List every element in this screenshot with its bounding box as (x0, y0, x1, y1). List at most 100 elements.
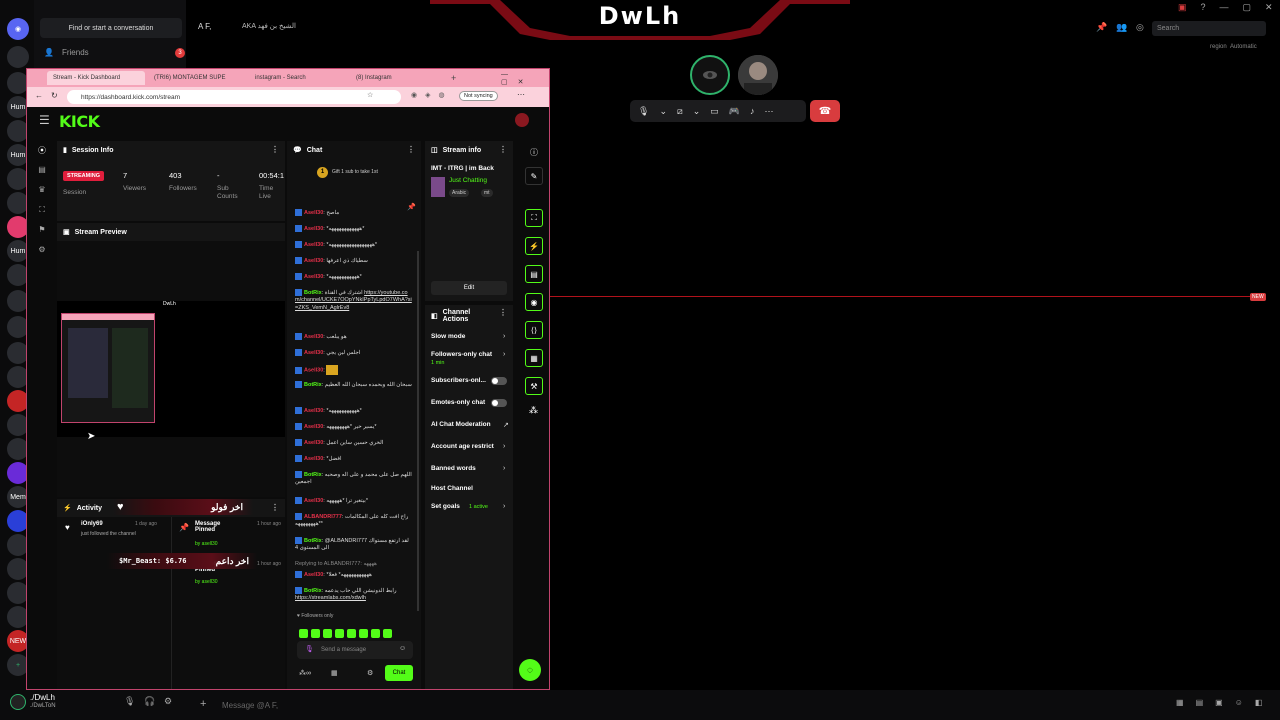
new-tab-icon[interactable]: + (451, 73, 456, 83)
clip-icon[interactable]: ⛶ (525, 209, 543, 227)
user-avatar[interactable] (10, 694, 26, 710)
chat-user[interactable]: Asell30 (304, 334, 323, 340)
discord-home-icon[interactable]: ◉ (7, 18, 29, 40)
info-icon[interactable]: ⓘ (530, 147, 538, 158)
members-icon[interactable]: 👥 (1116, 22, 1127, 33)
followers-only-chat-item[interactable]: Followers-only chat 1 min › (425, 351, 513, 371)
chat-user[interactable]: BotRix (304, 472, 322, 478)
subscribers-only-item[interactable]: Subscribers-onl... (425, 377, 513, 393)
list-item[interactable]: 📌 Message Pinned 1 hour ago by asell30 (177, 521, 281, 551)
gift-banner[interactable]: 1 Gift 1 sub to take 1st (317, 165, 397, 179)
chat-user[interactable]: Asell30 (304, 258, 323, 264)
mic-icon[interactable]: 🎙 (124, 696, 135, 707)
chat-message[interactable]: Asell30: ماصح (295, 209, 413, 217)
apps-icon[interactable]: ◧ (1255, 698, 1263, 707)
emotes-only-toggle[interactable] (491, 399, 507, 407)
call-avatar-friend[interactable] (738, 55, 778, 95)
chat-message[interactable]: BotRix: سبحان الله وبحمده سبحان الله الع… (295, 381, 413, 389)
emote-icon[interactable] (371, 629, 380, 638)
extension-icon[interactable]: ◉ (411, 91, 417, 99)
account-age-item[interactable]: Account age restrict › (425, 443, 513, 459)
chat-user[interactable]: BotRix (304, 290, 322, 296)
chat-message[interactable]: Asell30: اجلس لين يجي (295, 349, 413, 357)
soundboard-icon[interactable]: ♪ (750, 106, 755, 116)
gift-icon[interactable]: ▦ (1176, 698, 1184, 707)
chevron-down-icon[interactable]: ⌄ (693, 106, 701, 117)
code-icon[interactable]: ⟨⟩ (525, 321, 543, 339)
wrench-icon[interactable]: ⚒ (525, 377, 543, 395)
chat-message[interactable]: Asell30: *افضل (295, 455, 413, 463)
settings-icon[interactable]: ⚙ (36, 245, 48, 257)
plus-icon[interactable]: + (200, 698, 206, 710)
settings-icon[interactable]: ⚙ (367, 669, 373, 677)
emoji-icon[interactable]: ☺ (1235, 698, 1243, 707)
chat-message[interactable]: Asell30: الخري حسين ساين اعمل (295, 439, 413, 447)
camera-off-icon[interactable]: ⧄ (677, 106, 683, 117)
layout-icon[interactable]: ▤ (36, 165, 48, 177)
chat-user[interactable]: ALBANDRI777 (304, 514, 342, 520)
slow-mode-item[interactable]: Slow mode › (425, 333, 513, 349)
back-icon[interactable]: ← (35, 91, 43, 100)
chat-scrollbar[interactable] (417, 251, 419, 611)
chat-message[interactable]: Asell30: (295, 365, 413, 375)
chat-input[interactable]: 🎙 Send a message ☺ (297, 641, 413, 659)
chat-user[interactable]: BotRix (304, 538, 322, 544)
chat-message[interactable]: Asell30: هو يبلعب (295, 333, 413, 341)
banned-words-item[interactable]: Banned words › (425, 465, 513, 481)
server-icon[interactable] (7, 46, 29, 68)
ai-moderation-item[interactable]: AI Chat Moderation ↗ (425, 421, 513, 437)
chat-message[interactable]: Asell30: بيتغير ترا *هههههه* (295, 497, 413, 505)
screen-share-icon[interactable]: ▭ (710, 106, 719, 117)
more-icon[interactable]: ⋯ (765, 106, 774, 117)
inbox-icon[interactable]: ▣ (1178, 2, 1187, 13)
chat-message[interactable]: Asell30: *هههههههههههههههههه* (295, 241, 413, 249)
chat-message[interactable]: Asell30: *هههههههههههه* فعلا (295, 571, 413, 579)
user-avatar[interactable] (515, 113, 529, 127)
chat-user[interactable]: Asell30 (304, 572, 323, 578)
browser-icon[interactable]: ▦ (525, 349, 543, 367)
more-icon[interactable]: ⋮ (499, 145, 507, 154)
activity-icon[interactable]: 🎮 (729, 106, 740, 117)
help-icon[interactable]: ? (1201, 2, 1206, 13)
category-label[interactable]: Just Chatting (449, 177, 487, 184)
settings-icon[interactable]: ⚙ (164, 696, 172, 707)
chat-message[interactable]: BotRix: اللهم صل على محمد و على اله وصحب… (295, 471, 413, 487)
chat-message[interactable]: BotRix: اشترك في القناة https://youtube.… (295, 289, 413, 312)
close-icon[interactable]: ✕ (1265, 2, 1273, 13)
message-input[interactable]: + Message @A F, (190, 695, 1170, 715)
mic-icon[interactable]: 🎙 (638, 106, 649, 117)
subscribers-only-toggle[interactable] (491, 377, 507, 385)
favorite-icon[interactable]: ☆ (367, 91, 373, 99)
search-input[interactable]: Search (1152, 21, 1266, 36)
extension-icon[interactable]: ◍ (439, 91, 445, 99)
chat-message[interactable]: BotRix: @ALBANDRI777 لقد ارتفع مستواك ال… (295, 537, 413, 553)
chat-user[interactable]: Asell30 (304, 440, 323, 446)
more-icon[interactable]: ⋮ (271, 503, 279, 512)
lightning-icon[interactable]: ⚡ (525, 237, 543, 255)
preview-video[interactable]: DwLh (57, 301, 285, 437)
more-icon[interactable]: ⋮ (407, 145, 415, 154)
emote-icon[interactable] (299, 629, 308, 638)
sync-status-button[interactable]: Not syncing (459, 91, 498, 101)
chat-user[interactable]: Asell30 (304, 408, 323, 414)
chat-user[interactable]: Asell30 (304, 226, 323, 232)
chevron-down-icon[interactable]: ⌄ (659, 106, 667, 117)
browser-tab-instagram[interactable]: (8) Instagram (350, 71, 448, 85)
refresh-icon[interactable]: ↻ (51, 91, 58, 100)
hangup-button[interactable]: ☎ (810, 100, 840, 122)
chat-user[interactable]: Asell30 (304, 367, 323, 373)
sticker-icon[interactable]: ▣ (1215, 698, 1223, 707)
support-button[interactable]: ◌ (519, 659, 541, 681)
emotes-only-item[interactable]: Emotes-only chat (425, 399, 513, 415)
edit-button[interactable]: Edit (431, 281, 507, 295)
chat-user[interactable]: Asell30 (304, 274, 323, 280)
close-icon[interactable]: ✕ (518, 79, 534, 86)
pin-icon[interactable]: 📌 (1096, 22, 1107, 33)
emote-icon[interactable] (383, 629, 392, 638)
chat-user[interactable]: Asell30 (304, 350, 323, 356)
browser-tab-youtube[interactable]: (TRI6) MONTAGEM SUPE (148, 71, 246, 85)
call-avatar-self[interactable] (690, 55, 730, 95)
emote-icon[interactable] (323, 629, 332, 638)
set-goals-item[interactable]: Set goals 1 active › (425, 503, 513, 519)
minimize-icon[interactable]: — (1220, 2, 1229, 13)
